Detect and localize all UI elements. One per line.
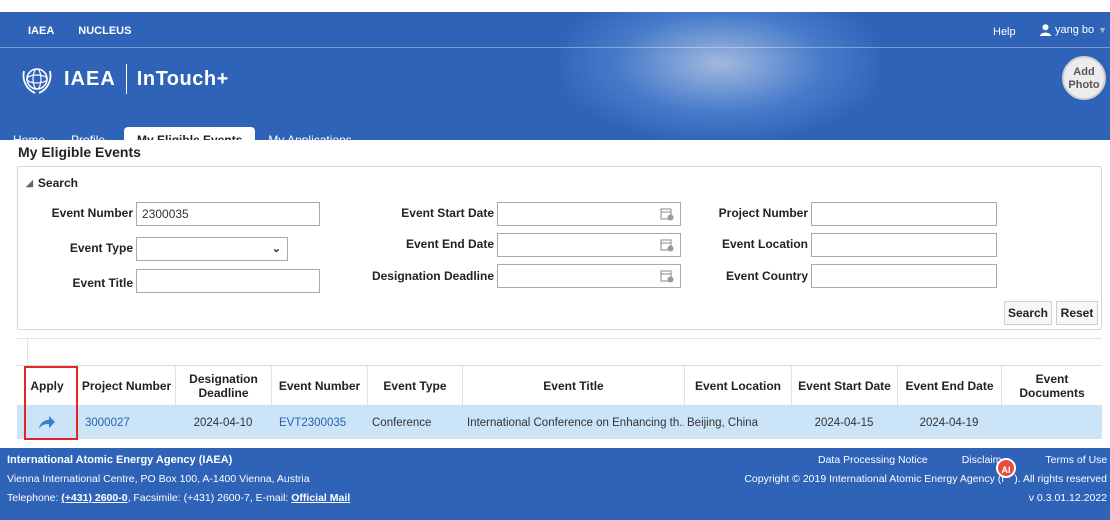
- footer-terms-link[interactable]: Terms of Use: [1045, 454, 1107, 466]
- project-number-label: Project Number: [718, 206, 808, 220]
- footer-email-link[interactable]: Official Mail: [291, 492, 350, 504]
- user-name: yang bo: [1055, 24, 1095, 36]
- project-number-link[interactable]: 3000027: [85, 417, 130, 429]
- tab-my-applications[interactable]: My Applications: [255, 127, 364, 140]
- search-panel: ◢ Search Event Number Event Type ⌄ Event…: [17, 166, 1102, 330]
- event-type-label: Event Type: [69, 241, 133, 255]
- footer-rights-text: ). All rights reserved: [1014, 473, 1107, 485]
- table-header: Apply Project Number Designation Deadlin…: [17, 365, 1102, 406]
- event-location-input[interactable]: [811, 233, 997, 257]
- event-start-date-input[interactable]: [497, 202, 681, 226]
- event-documents-cell: [1001, 406, 1102, 439]
- add-photo-button[interactable]: Add Photo: [1062, 56, 1106, 100]
- column-header-event-end-date[interactable]: Event End Date: [897, 366, 1001, 406]
- tab-profile[interactable]: Profile: [58, 127, 118, 140]
- designation-deadline-input[interactable]: [497, 264, 681, 288]
- footer-version: v 0.3.01.12.2022: [1028, 492, 1107, 504]
- search-panel-header[interactable]: ◢ Search: [26, 176, 78, 190]
- designation-deadline-label: Designation Deadline: [371, 269, 494, 283]
- reset-button[interactable]: Reset: [1056, 301, 1098, 325]
- event-country-input[interactable]: [811, 264, 997, 288]
- footer-contact: Telephone: (+431) 2600-0, Facsimile: (+4…: [7, 492, 350, 504]
- ai-assistant-icon[interactable]: AI: [996, 458, 1016, 478]
- event-title-input[interactable]: [136, 269, 320, 293]
- column-header-event-number[interactable]: Event Number: [271, 366, 367, 406]
- header-emblem-graphic: [560, 12, 880, 140]
- main-tabs: Home Profile My Eligible Events My Appli…: [0, 127, 365, 140]
- brand-divider: [125, 64, 127, 94]
- brand: IAEA InTouch+: [20, 62, 229, 96]
- event-country-label: Event Country: [725, 269, 808, 283]
- highlight-annotation-box: [24, 366, 78, 440]
- chevron-down-icon: ▼: [1098, 25, 1108, 35]
- designation-deadline-cell: 2024-04-10: [193, 416, 253, 429]
- event-end-date-label: Event End Date: [405, 237, 494, 251]
- search-button[interactable]: Search: [1004, 301, 1052, 325]
- top-nav-iaea[interactable]: IAEA: [28, 25, 54, 37]
- column-header-event-documents[interactable]: Event Documents: [1001, 366, 1102, 406]
- tab-my-eligible-events[interactable]: My Eligible Events: [124, 127, 256, 140]
- footer-tel-middle: , Facsimile: (+431) 2600-7, E-mail:: [127, 492, 292, 504]
- calendar-icon[interactable]: [660, 238, 674, 252]
- tab-home[interactable]: Home: [0, 127, 58, 140]
- calendar-icon[interactable]: [660, 269, 674, 283]
- event-end-date-cell: 2024-04-19: [919, 416, 979, 429]
- event-start-date-label: Event Start Date: [401, 206, 494, 220]
- header-bar: IAEA NUCLEUS Help yang bo ▼ IAEA InTouch…: [0, 12, 1110, 140]
- column-header-event-type[interactable]: Event Type: [367, 366, 462, 406]
- footer-address: Vienna International Centre, PO Box 100,…: [7, 473, 310, 485]
- event-number-label: Event Number: [51, 206, 133, 220]
- event-end-date-input[interactable]: [497, 233, 681, 257]
- header-divider: [0, 47, 1110, 48]
- column-header-project-number[interactable]: Project Number: [77, 366, 175, 406]
- event-location-label: Event Location: [721, 237, 808, 251]
- table-toolbar-border: [17, 338, 1102, 339]
- project-number-input[interactable]: [811, 202, 997, 226]
- column-header-event-title[interactable]: Event Title: [462, 366, 684, 406]
- event-number-input[interactable]: [136, 202, 320, 226]
- event-title-cell: International Conference on Enhancing th…: [467, 416, 684, 429]
- event-title-label: Event Title: [72, 276, 133, 290]
- footer-copyright: Copyright © 2019 International Atomic En…: [744, 473, 1107, 485]
- event-type-cell: Conference: [372, 416, 432, 429]
- event-number-cell[interactable]: EVT2300035: [279, 406, 367, 439]
- table-row[interactable]: 3000027 2024-04-10 EVT2300035 Conference…: [17, 406, 1102, 439]
- project-number-cell[interactable]: 3000027: [85, 406, 175, 439]
- column-header-event-location[interactable]: Event Location: [684, 366, 791, 406]
- footer-links: Data Processing Notice Disclaim Terms of…: [818, 454, 1107, 466]
- footer: International Atomic Energy Agency (IAEA…: [0, 448, 1110, 520]
- footer-copyright-text: Copyright © 2019 International Atomic En…: [744, 473, 1005, 485]
- event-number-link[interactable]: EVT2300035: [279, 417, 346, 429]
- collapse-triangle-icon: ◢: [26, 177, 33, 188]
- column-header-event-start-date[interactable]: Event Start Date: [791, 366, 897, 406]
- event-start-date-cell: 2024-04-15: [814, 416, 874, 429]
- un-emblem-icon: [22, 68, 52, 94]
- search-panel-title: Search: [37, 176, 78, 190]
- page-title: My Eligible Events: [18, 144, 141, 160]
- event-type-select[interactable]: ⌄: [136, 237, 288, 261]
- footer-org: International Atomic Energy Agency (IAEA…: [7, 454, 233, 466]
- brand-org: IAEA: [64, 67, 116, 90]
- top-nav: IAEA NUCLEUS: [28, 25, 131, 37]
- footer-telephone-link[interactable]: (+431) 2600-0: [61, 492, 127, 504]
- user-icon: [1040, 24, 1051, 36]
- chevron-down-icon: ⌄: [271, 243, 281, 255]
- column-header-designation-deadline[interactable]: Designation Deadline: [175, 366, 271, 406]
- event-location-cell: Beijing, China: [687, 416, 758, 429]
- brand-product: InTouch+: [136, 67, 229, 90]
- calendar-icon[interactable]: [660, 207, 674, 221]
- help-link[interactable]: Help: [993, 26, 1016, 38]
- top-nav-nucleus[interactable]: NUCLEUS: [78, 25, 131, 37]
- footer-data-processing-link[interactable]: Data Processing Notice: [818, 454, 928, 466]
- footer-tel-prefix: Telephone:: [7, 492, 62, 504]
- table-toolbar-divider: [27, 338, 28, 365]
- user-menu[interactable]: yang bo ▼: [1040, 24, 1107, 36]
